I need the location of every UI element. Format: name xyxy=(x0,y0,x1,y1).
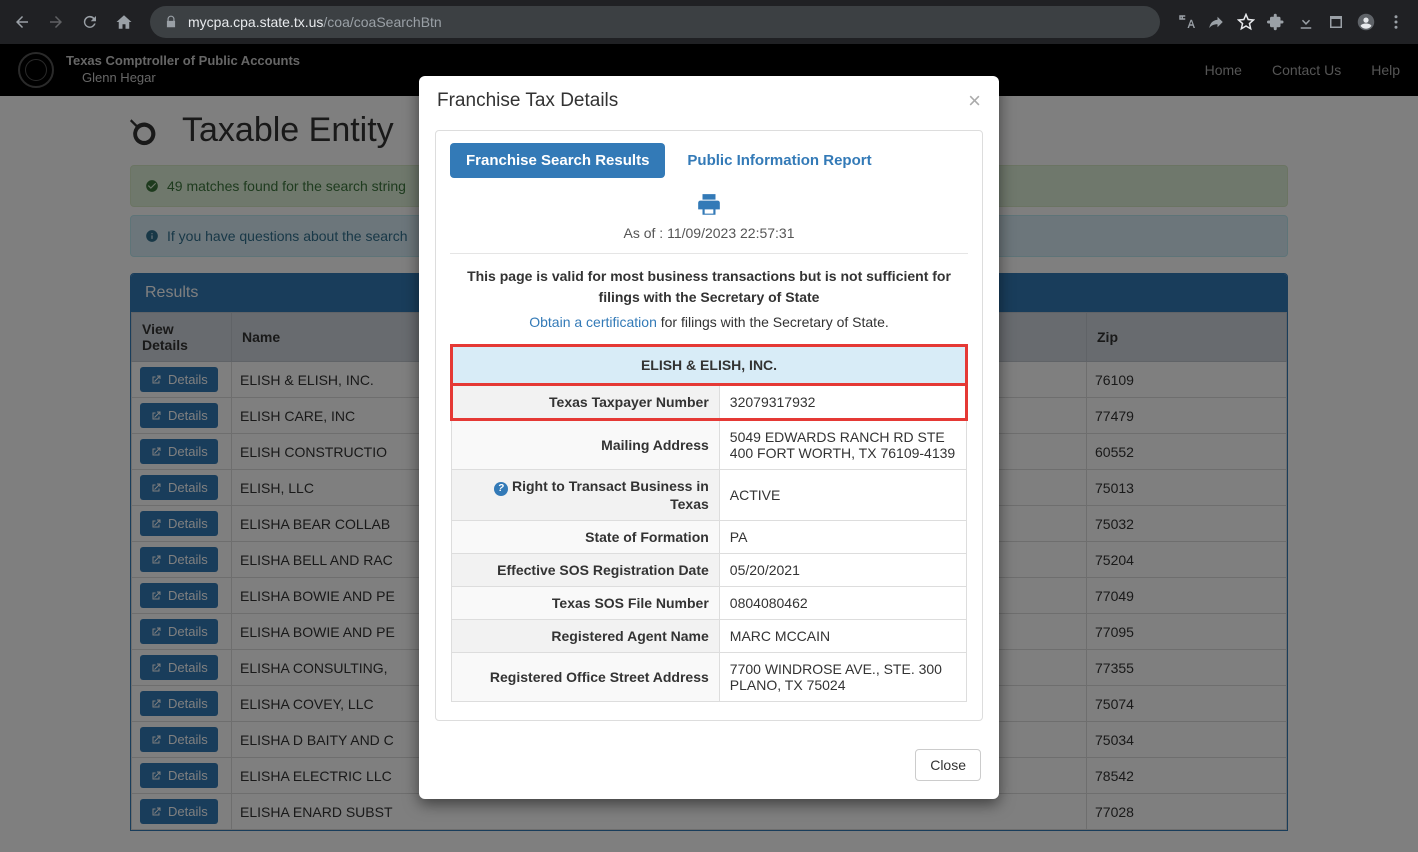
back-button[interactable] xyxy=(8,8,36,36)
modal-title: Franchise Tax Details xyxy=(437,90,618,112)
sos-date-label: Effective SOS Registration Date xyxy=(452,554,720,587)
translate-icon[interactable] xyxy=(1172,8,1200,36)
modal-panel: Franchise Search Results Public Informat… xyxy=(435,130,983,721)
print-block xyxy=(450,192,968,221)
mailing-label: Mailing Address xyxy=(452,420,720,470)
agent-label: Registered Agent Name xyxy=(452,620,720,653)
cert-link[interactable]: Obtain a certification xyxy=(529,314,657,330)
print-icon[interactable] xyxy=(694,192,724,218)
formation-label: State of Formation xyxy=(452,521,720,554)
profile-icon[interactable] xyxy=(1352,8,1380,36)
cert-line: Obtain a certification for filings with … xyxy=(450,314,968,330)
sos-date-value: 05/20/2021 xyxy=(719,554,966,587)
disclaimer: This page is valid for most business tra… xyxy=(450,266,968,308)
office-value: 7700 WINDROSE AVE., STE. 300 PLANO, TX 7… xyxy=(719,653,966,702)
asof-value: 11/09/2023 22:57:31 xyxy=(667,225,794,241)
extensions-icon[interactable] xyxy=(1262,8,1290,36)
formation-value: PA xyxy=(719,521,966,554)
home-button[interactable] xyxy=(110,8,138,36)
rtb-label: ?Right to Transact Business in Texas xyxy=(452,470,720,521)
forward-button[interactable] xyxy=(42,8,70,36)
asof-prefix: As of : xyxy=(624,225,668,241)
help-icon[interactable]: ? xyxy=(494,482,508,496)
modal-header: Franchise Tax Details × xyxy=(419,76,999,126)
entity-table: ELISH & ELISH, INC. Texas Taxpayer Numbe… xyxy=(450,344,968,702)
rtb-value: ACTIVE xyxy=(719,470,966,521)
mailing-value: 5049 EDWARDS RANCH RD STE 400 FORT WORTH… xyxy=(719,420,966,470)
cert-suffix: for filings with the Secretary of State. xyxy=(657,314,889,330)
office-label: Registered Office Street Address xyxy=(452,653,720,702)
modal-close-x[interactable]: × xyxy=(968,90,981,112)
window-icon[interactable] xyxy=(1322,8,1350,36)
url-host: mycpa.cpa.state.tx.us xyxy=(188,14,323,30)
divider xyxy=(450,253,968,254)
url-bar[interactable]: mycpa.cpa.state.tx.us/coa/coaSearchBtn xyxy=(150,6,1160,38)
bookmark-icon[interactable] xyxy=(1232,8,1260,36)
sos-file-value: 0804080462 xyxy=(719,587,966,620)
share-icon[interactable] xyxy=(1202,8,1230,36)
modal-body: Franchise Search Results Public Informat… xyxy=(419,126,999,737)
close-button[interactable]: Close xyxy=(915,749,981,781)
franchise-modal: Franchise Tax Details × Franchise Search… xyxy=(419,76,999,799)
asof-line: As of : 11/09/2023 22:57:31 xyxy=(450,225,968,241)
taxpayer-label: Texas Taxpayer Number xyxy=(452,385,720,420)
modal-footer: Close xyxy=(419,737,999,799)
entity-name: ELISH & ELISH, INC. xyxy=(452,346,967,385)
modal-tabs: Franchise Search Results Public Informat… xyxy=(450,143,968,178)
sos-file-label: Texas SOS File Number xyxy=(452,587,720,620)
browser-toolbar: mycpa.cpa.state.tx.us/coa/coaSearchBtn xyxy=(0,0,1418,44)
menu-icon[interactable] xyxy=(1382,8,1410,36)
url-path: /coa/coaSearchBtn xyxy=(323,14,441,30)
tab-franchise[interactable]: Franchise Search Results xyxy=(450,143,665,178)
tab-pir[interactable]: Public Information Report xyxy=(671,143,887,178)
lock-icon xyxy=(164,15,178,29)
agent-value: MARC MCCAIN xyxy=(719,620,966,653)
browser-right-icons xyxy=(1172,8,1410,36)
taxpayer-value: 32079317932 xyxy=(719,385,966,420)
reload-button[interactable] xyxy=(76,8,104,36)
downloads-icon[interactable] xyxy=(1292,8,1320,36)
